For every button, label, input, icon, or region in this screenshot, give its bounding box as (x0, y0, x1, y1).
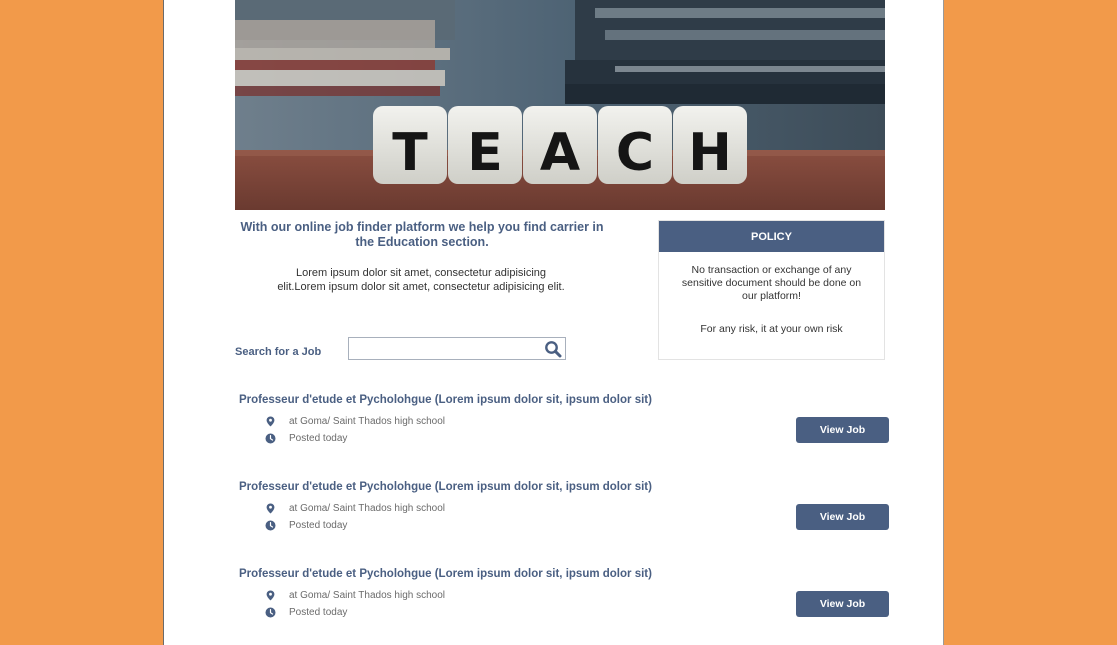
job-location-text: at Goma/ Saint Thados high school (289, 502, 446, 514)
job-posted: Posted today (265, 431, 347, 445)
hero-letter: E (467, 123, 503, 183)
job-posted-text: Posted today (289, 606, 348, 618)
job-listing: Professeur d'etude et Pycholohgue (Lorem… (239, 394, 899, 454)
policy-card: POLICY No transaction or exchange of any… (658, 220, 885, 360)
clock-icon (265, 433, 276, 444)
clock-icon (265, 607, 276, 618)
intro-text: Lorem ipsum dolor sit amet, consectetur … (277, 267, 565, 293)
hero-letter: H (688, 123, 732, 183)
search-box[interactable] (348, 337, 566, 360)
hero-letter: A (540, 123, 580, 183)
page-container: T E A C H With our online job finder pla… (163, 0, 944, 645)
tagline: With our online job finder platform we h… (240, 220, 604, 249)
view-job-button[interactable]: View Job (796, 417, 889, 443)
job-title[interactable]: Professeur d'etude et Pycholohgue (Lorem… (239, 568, 652, 580)
search-label: Search for a Job (235, 346, 322, 358)
job-listing: Professeur d'etude et Pycholohgue (Lorem… (239, 568, 899, 628)
hero-letter: C (616, 123, 654, 183)
job-posted: Posted today (265, 518, 347, 532)
location-pin-icon (265, 503, 276, 514)
location-pin-icon (265, 416, 276, 427)
hero-letter: T (392, 123, 428, 183)
clock-icon (265, 520, 276, 531)
job-title[interactable]: Professeur d'etude et Pycholohgue (Lorem… (239, 481, 652, 493)
policy-title: POLICY (659, 221, 884, 252)
policy-risk-text: For any risk, it at your own risk (700, 323, 843, 335)
hero-image: T E A C H (235, 0, 885, 210)
job-location: at Goma/ Saint Thados high school (265, 501, 445, 515)
search-icon[interactable] (544, 340, 562, 358)
location-pin-icon (265, 590, 276, 601)
job-posted-text: Posted today (289, 519, 348, 531)
hero-illustration: T E A C H (235, 0, 885, 210)
view-job-button[interactable]: View Job (796, 504, 889, 530)
job-location: at Goma/ Saint Thados high school (265, 588, 445, 602)
job-posted-text: Posted today (289, 432, 348, 444)
search-input[interactable] (349, 338, 547, 358)
job-location-text: at Goma/ Saint Thados high school (289, 415, 446, 427)
job-location: at Goma/ Saint Thados high school (265, 414, 445, 428)
job-posted: Posted today (265, 605, 347, 619)
job-listing: Professeur d'etude et Pycholohgue (Lorem… (239, 481, 899, 541)
view-job-button[interactable]: View Job (796, 591, 889, 617)
job-location-text: at Goma/ Saint Thados high school (289, 589, 446, 601)
job-title[interactable]: Professeur d'etude et Pycholohgue (Lorem… (239, 394, 652, 406)
policy-text: No transaction or exchange of any sensit… (681, 264, 862, 302)
